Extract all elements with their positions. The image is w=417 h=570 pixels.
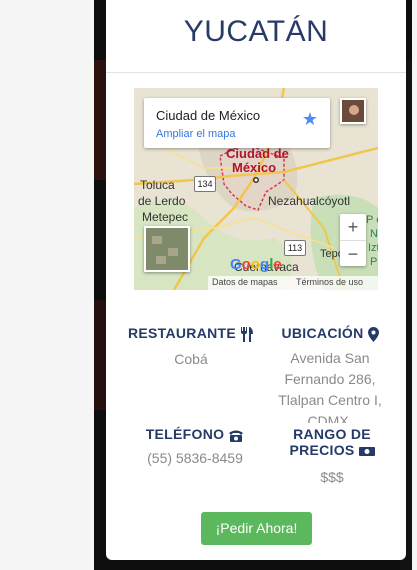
highway-shield-134: 134 (194, 176, 216, 192)
phone-section: TELÉFONO (55) 5836-8459 (126, 426, 264, 469)
map-attribution-bar: Datos de mapas Términos de uso (208, 276, 378, 290)
zoom-in-button[interactable]: + (340, 214, 366, 240)
address-line: Fernando 286, (284, 370, 376, 387)
terms-link[interactable]: Términos de uso (296, 277, 363, 287)
map-label-iztacc: Iztac (368, 242, 378, 254)
map-label-nezahualcoyotl: Nezahualcóyotl (268, 194, 351, 208)
embedded-map[interactable]: Ciudad de México Toluca de Lerdo Metepec… (134, 88, 378, 290)
address-line: Tlalpan Centro I, (278, 391, 382, 408)
map-label-toluca: Toluca (140, 178, 175, 192)
restaurant-name: Cobá (174, 350, 208, 367)
map-data-link[interactable]: Datos de mapas (212, 277, 278, 287)
location-section: UBICACIÓN Avenida San Fernando 286, Tlal… (264, 325, 396, 423)
restaurant-heading: RESTAURANTE (126, 325, 256, 342)
background-decoration (94, 300, 106, 410)
map-label-ciudad-de: Ciudad de (226, 146, 289, 161)
map-place-name: Ciudad de México (156, 108, 261, 123)
location-address: Avenida San Fernando 286, Tlalpan Centro… (264, 348, 396, 423)
google-logo: Google (230, 256, 282, 273)
map-zoom-control: + − (340, 214, 366, 266)
satellite-toggle[interactable] (144, 226, 190, 272)
card-header: YUCATÁN (106, 0, 406, 73)
map-label-metepec: Metepec (142, 210, 189, 224)
phone-number: (55) 5836-8459 (147, 450, 243, 466)
money-icon (358, 446, 375, 456)
price-range: $$$ (320, 469, 344, 485)
address-line: Avenida San (290, 349, 370, 366)
order-now-button[interactable]: ¡Pedir Ahora! (201, 512, 312, 545)
price-section: RANGO DE PRECIOS $$$ (272, 426, 392, 488)
phone-icon (229, 430, 244, 442)
price-heading: RANGO DE PRECIOS (272, 426, 392, 458)
phone-heading: TELÉFONO (126, 426, 264, 442)
map-label-nacional: Na (370, 228, 378, 240)
address-line: CDMX. (307, 412, 353, 423)
location-heading: UBICACIÓN (264, 325, 396, 342)
map-label-de-lerdo: de Lerdo (138, 194, 186, 208)
map-info-card: Ciudad de México Ampliar el mapa ★ (144, 98, 330, 148)
card-title: YUCATÁN (183, 15, 329, 48)
utensils-icon (241, 326, 254, 342)
map-marker-icon (367, 326, 379, 342)
map-label-parque: P e (366, 214, 378, 226)
restaurant-section: RESTAURANTE Cobá (126, 325, 256, 370)
highway-shield-113: 113 (284, 240, 306, 256)
enlarge-map-link[interactable]: Ampliar el mapa (156, 128, 235, 140)
map-label-popo: Popo (370, 256, 378, 268)
zoom-out-button[interactable]: − (340, 241, 366, 267)
restaurant-card: YUCATÁN Ciudad de México Toluca de Lerdo… (106, 0, 406, 560)
map-label-mexico: México (232, 160, 277, 175)
star-icon[interactable]: ★ (302, 109, 318, 130)
avatar[interactable] (340, 98, 366, 124)
